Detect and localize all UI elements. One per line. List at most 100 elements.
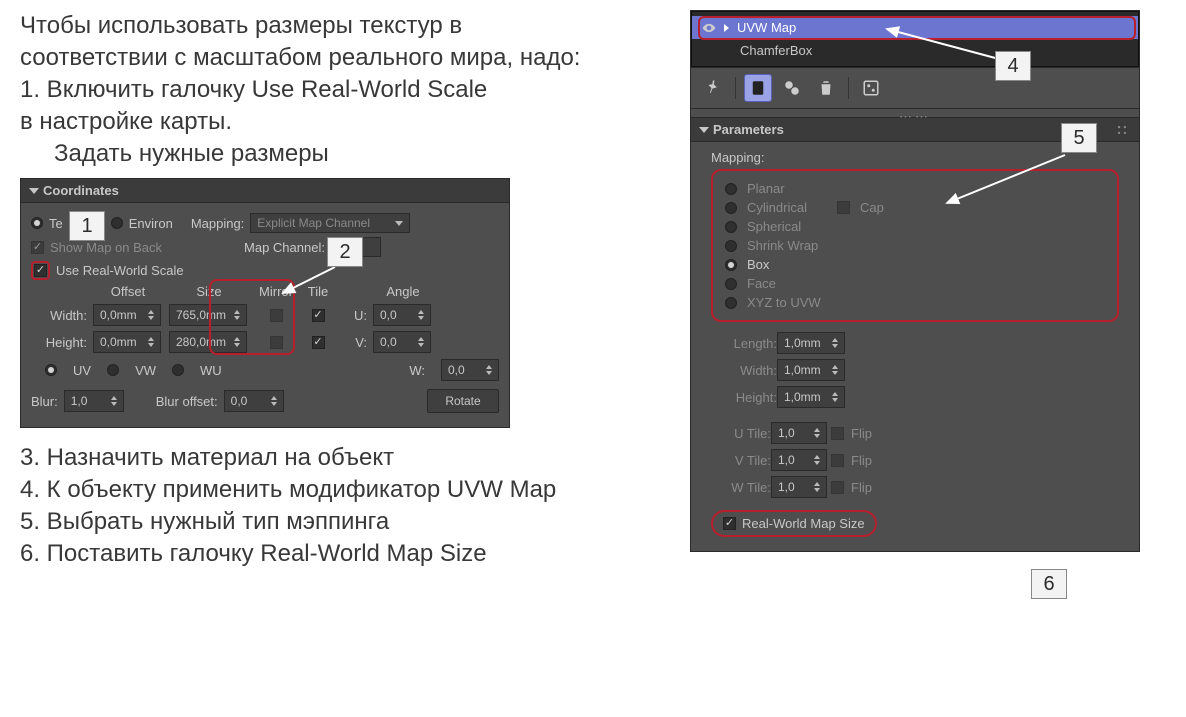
- environ-label: Environ: [129, 216, 173, 231]
- callout-6: 6: [1031, 569, 1067, 599]
- show-map-on-back-checkbox[interactable]: [31, 241, 44, 254]
- mapping-face-radio[interactable]: [725, 278, 737, 290]
- mapping-cylindrical-radio[interactable]: [725, 202, 737, 214]
- callout-5-arrow: [941, 151, 1071, 211]
- step-1b: в настройке карты.: [20, 106, 660, 138]
- w-angle-spinner[interactable]: 0,0: [441, 359, 499, 381]
- u-angle-spinner[interactable]: 0,0: [373, 304, 431, 326]
- callout-4: 4: [995, 51, 1031, 81]
- height-modifier-spinner[interactable]: 1,0mm: [777, 386, 845, 408]
- mapping-xyz-radio[interactable]: [725, 297, 737, 309]
- wu-radio[interactable]: [172, 364, 184, 376]
- step-4: 4. К объекту применить модификатор UVW M…: [20, 474, 660, 506]
- step-5: 5. Выбрать нужный тип мэппинга: [20, 506, 660, 538]
- angle-header: Angle: [373, 284, 433, 299]
- u-tile-spinner[interactable]: 1,0: [771, 422, 827, 444]
- blur-label: Blur:: [31, 394, 58, 409]
- trash-icon: [817, 79, 835, 97]
- real-world-map-size-checkbox[interactable]: [723, 517, 736, 530]
- toolbar-divider-2: [848, 77, 849, 99]
- u-tile-label: U Tile:: [721, 426, 771, 441]
- texture-label: Te: [49, 216, 63, 231]
- length-spinner[interactable]: 1,0mm: [777, 332, 845, 354]
- width-label: Width:: [31, 308, 87, 323]
- width-offset-spinner[interactable]: 0,0mm: [93, 304, 161, 326]
- w-tile-label: W Tile:: [721, 480, 771, 495]
- step-3: 3. Назначить материал на объект: [20, 442, 660, 474]
- toolbar-divider: [735, 77, 736, 99]
- show-end-result-button[interactable]: [744, 74, 772, 102]
- width-modifier-spinner[interactable]: 1,0mm: [777, 359, 845, 381]
- blur-offset-spinner[interactable]: 0,0: [224, 390, 284, 412]
- mapping-planar-radio[interactable]: [725, 183, 737, 195]
- height-tile-checkbox[interactable]: [312, 336, 325, 349]
- callout-2-arrow: [277, 265, 341, 299]
- visibility-icon: [702, 21, 716, 35]
- pin-icon: [704, 79, 722, 97]
- real-world-map-size-label: Real-World Map Size: [742, 516, 865, 531]
- v-angle-label: V:: [339, 335, 367, 350]
- map-channel-label: Map Channel:: [244, 240, 325, 255]
- blur-offset-label: Blur offset:: [156, 394, 218, 409]
- height-label: Height:: [31, 335, 87, 350]
- blur-spinner[interactable]: 1,0: [64, 390, 124, 412]
- chevron-down-icon: [395, 221, 403, 226]
- instructions-tail: 3. Назначить материал на объект 4. К объ…: [20, 442, 660, 570]
- modifier-uvw-map-label: UVW Map: [737, 20, 796, 35]
- environ-radio[interactable]: [111, 217, 123, 229]
- v-angle-spinner[interactable]: 0,0: [373, 331, 431, 353]
- rollout-caret-icon: [29, 188, 39, 194]
- dimensions-group: Length: 1,0mm Width: 1,0mm Height: 1,0mm: [721, 332, 1119, 408]
- offset-header: Offset: [93, 284, 163, 299]
- callout-4-arrow: [881, 23, 1011, 71]
- length-label: Length:: [721, 336, 777, 351]
- make-unique-button[interactable]: [778, 74, 806, 102]
- mapping-shrink-radio[interactable]: [725, 240, 737, 252]
- modifier-panel: UVW Map ChamferBox ⋯⋯: [690, 10, 1140, 552]
- height-offset-spinner[interactable]: 0,0mm: [93, 331, 161, 353]
- instructions: Чтобы использовать размеры текстур в соо…: [20, 10, 660, 170]
- mapping-dropdown[interactable]: Explicit Map Channel: [250, 213, 410, 233]
- width-tile-checkbox[interactable]: [312, 309, 325, 322]
- v-flip-checkbox[interactable]: [831, 454, 844, 467]
- coordinates-header[interactable]: Coordinates: [21, 179, 509, 203]
- vw-radio[interactable]: [107, 364, 119, 376]
- coordinates-title: Coordinates: [43, 183, 119, 198]
- pin-stack-button[interactable]: [699, 74, 727, 102]
- texture-radio[interactable]: [31, 217, 43, 229]
- w-angle-label: W:: [409, 363, 425, 378]
- step-1a: 1. Включить галочку Use Real-World Scale: [20, 74, 660, 106]
- step-6: 6. Поставить галочку Real-World Map Size: [20, 538, 660, 570]
- w-flip-checkbox[interactable]: [831, 481, 844, 494]
- mapping-box-radio[interactable]: [725, 259, 737, 271]
- u-angle-label: U:: [339, 308, 367, 323]
- width-modifier-label: Width:: [721, 363, 777, 378]
- use-real-world-scale-checkbox[interactable]: [34, 264, 47, 277]
- use-rws-highlight: [31, 261, 50, 280]
- rwms-highlight: Real-World Map Size: [711, 510, 877, 537]
- v-tile-label: V Tile:: [721, 453, 771, 468]
- v-tile-spinner[interactable]: 1,0: [771, 449, 827, 471]
- configure-sets-button[interactable]: [857, 74, 885, 102]
- w-tile-spinner[interactable]: 1,0: [771, 476, 827, 498]
- mapping-spherical-radio[interactable]: [725, 221, 737, 233]
- show-map-on-back-label: Show Map on Back: [50, 240, 162, 255]
- parameters-title: Parameters: [713, 122, 784, 137]
- coordinates-panel: Coordinates Te Environ Mapping: Explicit…: [20, 178, 510, 428]
- expand-caret-icon: [724, 24, 729, 32]
- unique-icon: [783, 79, 801, 97]
- u-flip-checkbox[interactable]: [831, 427, 844, 440]
- show-result-icon: [749, 79, 767, 97]
- cylindrical-cap-checkbox[interactable]: [837, 201, 850, 214]
- rotate-button[interactable]: Rotate: [427, 389, 499, 413]
- tile-group: U Tile: 1,0 Flip V Tile: 1,0 Flip W Tile…: [721, 422, 1119, 498]
- mapping-dropdown-label: Mapping:: [191, 216, 244, 231]
- remove-modifier-button[interactable]: [812, 74, 840, 102]
- callout-2: 2: [327, 237, 363, 267]
- panel-drag-handle[interactable]: ⋯⋯: [691, 109, 1139, 117]
- height-modifier-label: Height:: [721, 390, 777, 405]
- uv-radio[interactable]: [45, 364, 57, 376]
- use-real-world-scale-label: Use Real-World Scale: [56, 263, 184, 278]
- grip-icon: [1115, 123, 1129, 137]
- callout-1: 1: [69, 211, 105, 241]
